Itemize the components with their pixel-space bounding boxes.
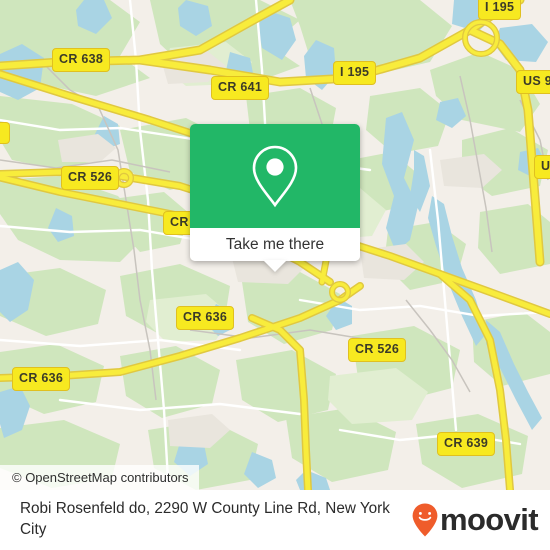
map-pin-icon — [252, 145, 298, 208]
shield-i-195-left[interactable]: I 195 — [333, 61, 377, 85]
shield-cr-639[interactable]: CR 639 — [437, 432, 496, 456]
take-me-there-button[interactable]: Take me there — [226, 236, 324, 254]
location-popup[interactable]: Take me there — [190, 124, 360, 272]
map-canvas[interactable]: CR 638 CR 641 I 195 I 195 US 9 CR 526 CR… — [0, 0, 550, 490]
shield-i-195-top[interactable]: I 195 — [478, 0, 522, 20]
bottom-info-bar: Robi Rosenfeld do, 2290 W County Line Rd… — [0, 490, 550, 550]
moovit-pin-icon — [412, 503, 438, 537]
shield-cr-638[interactable]: CR 638 — [52, 48, 111, 72]
shield-cr-641[interactable]: CR 641 — [211, 76, 270, 100]
shield-us-9-right-edge[interactable]: US — [534, 155, 550, 179]
shield-cr-636-lower[interactable]: CR 636 — [12, 367, 71, 391]
popup-pointer-tail — [263, 260, 287, 272]
moovit-wordmark: moovit — [439, 502, 539, 537]
osm-attribution[interactable]: © OpenStreetMap contributors — [0, 465, 199, 490]
shield-cr-526-left[interactable]: CR 526 — [61, 166, 120, 190]
moovit-logo[interactable]: moovit — [412, 502, 550, 538]
osm-attribution-text: © OpenStreetMap contributors — [12, 470, 189, 485]
shield-cr-526-right[interactable]: CR 526 — [348, 338, 407, 362]
address-label: Robi Rosenfeld do, 2290 W County Line Rd… — [20, 500, 390, 538]
shield-cr-636-upper[interactable]: CR 636 — [176, 306, 235, 330]
popup-header — [190, 124, 360, 228]
moovit-map-screenshot: CR 638 CR 641 I 195 I 195 US 9 CR 526 CR… — [0, 0, 550, 550]
shield-partial-left-edge[interactable] — [0, 122, 10, 144]
shield-us-9[interactable]: US 9 — [516, 70, 550, 94]
popup-action-row[interactable]: Take me there — [190, 228, 360, 272]
